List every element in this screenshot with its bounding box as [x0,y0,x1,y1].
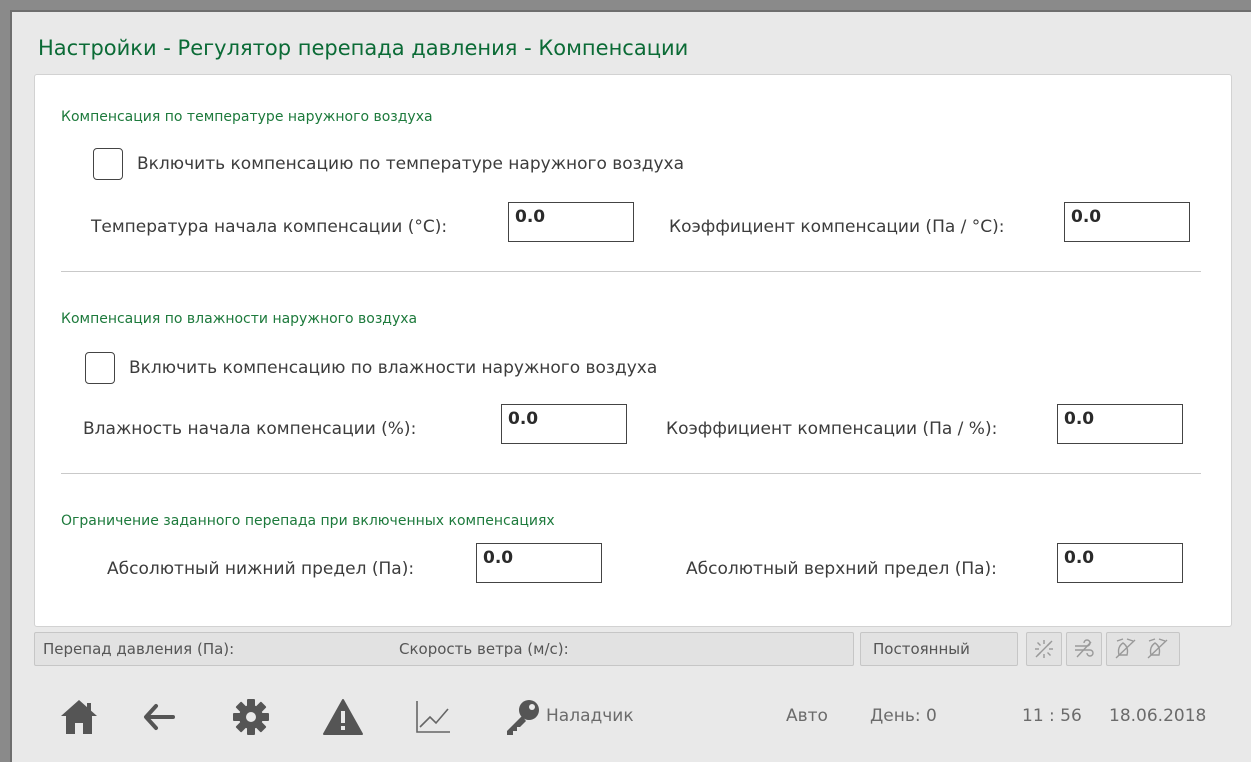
divider [61,473,1201,474]
clock-time: 11 : 56 [1022,706,1082,726]
humidity-start-label: Влажность начала компенсации (%): [83,419,417,439]
mode-indicator: Постоянный [860,632,1018,666]
chart-icon [416,701,450,733]
trends-button[interactable] [404,688,462,746]
user-button[interactable] [494,688,552,746]
alarm-off-icons[interactable] [1106,632,1180,666]
clock-date: 18.06.2018 [1109,706,1207,726]
divider [61,271,1201,272]
settings-panel: Компенсация по температуре наружного воз… [34,74,1232,627]
back-button[interactable] [130,688,188,746]
limit-section-title: Ограничение заданного перепада при включ… [61,513,555,529]
control-mode: Авто [786,706,828,726]
humidity-start-input[interactable]: 0.0 [501,404,627,444]
temp-enable-checkbox[interactable] [93,148,123,180]
home-button[interactable] [50,688,108,746]
limit-low-input[interactable]: 0.0 [476,543,602,583]
back-arrow-icon [144,704,175,730]
limit-high-input[interactable]: 0.0 [1057,543,1183,583]
humidity-coef-label: Коэффициент компенсации (Па / %): [666,419,998,439]
humidity-enable-row[interactable]: Включить компенсацию по влажности наружн… [85,352,657,384]
user-name: Наладчик [546,706,634,726]
key-icon [507,700,539,735]
sun-off-icon[interactable] [1026,632,1062,666]
app-window: Настройки - Регулятор перепада давления … [10,10,1251,762]
temp-section-title: Компенсация по температуре наружного воз… [61,109,433,125]
humidity-enable-label: Включить компенсацию по влажности наружн… [129,358,658,378]
pressure-label: Перепад давления (Па): [43,640,235,658]
temp-enable-row[interactable]: Включить компенсацию по температуре нару… [93,148,684,180]
warning-icon [323,699,363,735]
limit-low-label: Абсолютный нижний предел (Па): [107,559,415,579]
wind-label: Скорость ветра (м/с): [399,640,569,658]
page-title: Настройки - Регулятор перепада давления … [38,36,689,60]
status-readouts: Перепад давления (Па): Скорость ветра (м… [34,632,854,666]
temp-enable-label: Включить компенсацию по температуре нару… [137,154,685,174]
temp-start-label: Температура начала компенсации (°С): [91,217,448,237]
temp-start-input[interactable]: 0.0 [508,202,634,242]
wind-off-icon[interactable] [1066,632,1102,666]
settings-button[interactable] [222,688,280,746]
humidity-section-title: Компенсация по влажности наружного возду… [61,311,418,327]
temp-coef-label: Коэффициент компенсации (Па / °С): [669,217,1005,237]
home-icon [61,700,97,734]
mode-label: Постоянный [873,640,970,658]
alarms-button[interactable] [314,688,372,746]
limit-high-label: Абсолютный верхний предел (Па): [686,559,997,579]
humidity-coef-input[interactable]: 0.0 [1057,404,1183,444]
temp-coef-input[interactable]: 0.0 [1064,202,1190,242]
day-counter: День: 0 [870,706,937,726]
humidity-enable-checkbox[interactable] [85,352,115,384]
gear-icon [233,699,269,735]
